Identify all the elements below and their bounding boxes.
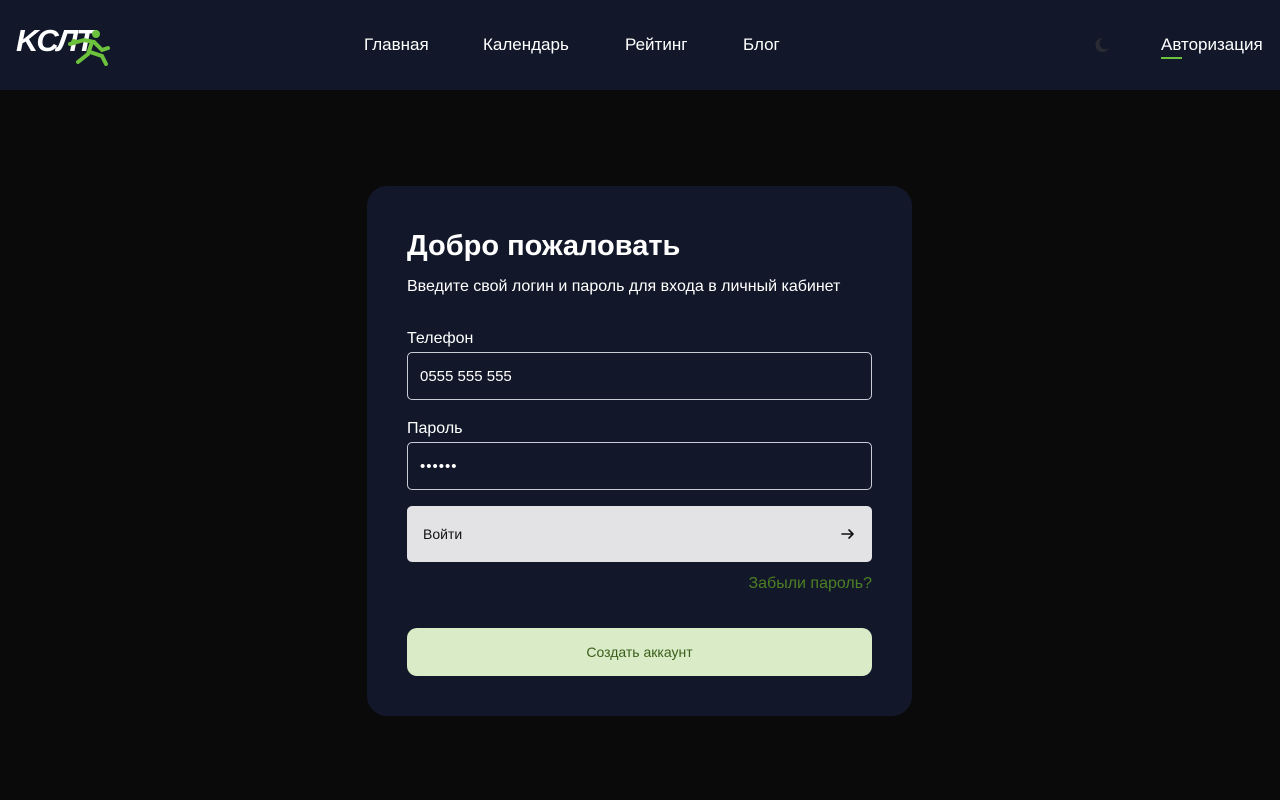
create-account-button[interactable]: Создать аккаунт [407, 628, 872, 676]
phone-label: Телефон [407, 330, 474, 347]
active-underline [1161, 57, 1182, 59]
login-card: Добро пожаловать Введите свой логин и па… [367, 186, 912, 716]
nav-calendar[interactable]: Календарь [483, 35, 569, 55]
password-field[interactable] [407, 442, 872, 490]
nav-home[interactable]: Главная [364, 35, 429, 55]
forgot-password-link[interactable]: Забыли пароль? [748, 574, 872, 594]
arrow-right-icon [841, 529, 854, 539]
page-title: Добро пожаловать [407, 230, 681, 262]
phone-field[interactable] [407, 352, 872, 400]
page-subtitle: Введите свой логин и пароль для входа в … [407, 278, 841, 295]
main-nav: Главная Календарь Рейтинг Блог [0, 0, 1280, 90]
password-label: Пароль [407, 420, 463, 437]
nav-blog[interactable]: Блог [743, 35, 780, 55]
create-account-label: Создать аккаунт [586, 644, 693, 660]
moon-icon[interactable] [1094, 35, 1114, 55]
site-header: KCЛТ Главная Календарь Рейтинг Блог Авто… [0, 0, 1280, 90]
nav-authorization[interactable]: Авторизация [1161, 35, 1263, 55]
login-button-label: Войти [423, 526, 463, 542]
login-button[interactable]: Войти [407, 506, 872, 562]
nav-rating[interactable]: Рейтинг [625, 35, 687, 55]
